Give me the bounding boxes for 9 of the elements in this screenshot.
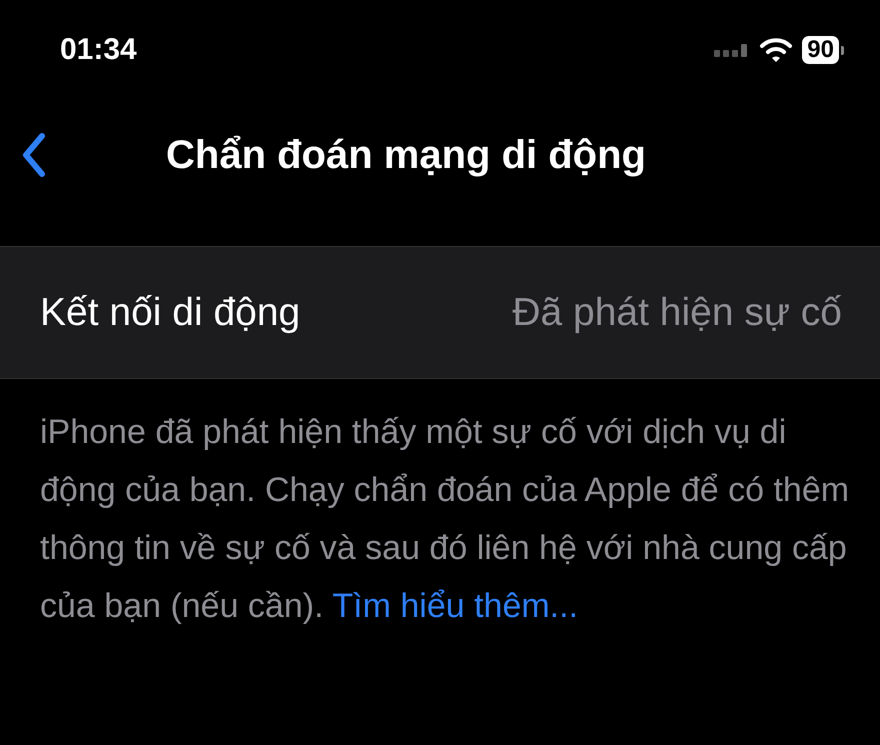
- status-time: 01:34: [60, 32, 137, 68]
- description-text: iPhone đã phát hiện thấy một sự cố với dịch vụ di động của bạn. Chạy chẩn đoán của Apple để có thêm thông tin về sự cố và sau đó liên hệ với nhà cung cấp của bạn (nếu cần). Tìm hiểu thêm...: [40, 412, 850, 627]
- row-label: Kết nối di động: [40, 290, 300, 334]
- back-chevron-icon[interactable]: [22, 133, 46, 177]
- row-value: Đã phát hiện sự cố: [512, 290, 842, 334]
- page-title: Chẩn đoán mạng di động: [166, 132, 646, 178]
- learn-more-link[interactable]: Tìm hiểu thêm...: [332, 587, 578, 625]
- wifi-icon: [760, 37, 792, 63]
- battery-indicator: 90: [802, 36, 839, 64]
